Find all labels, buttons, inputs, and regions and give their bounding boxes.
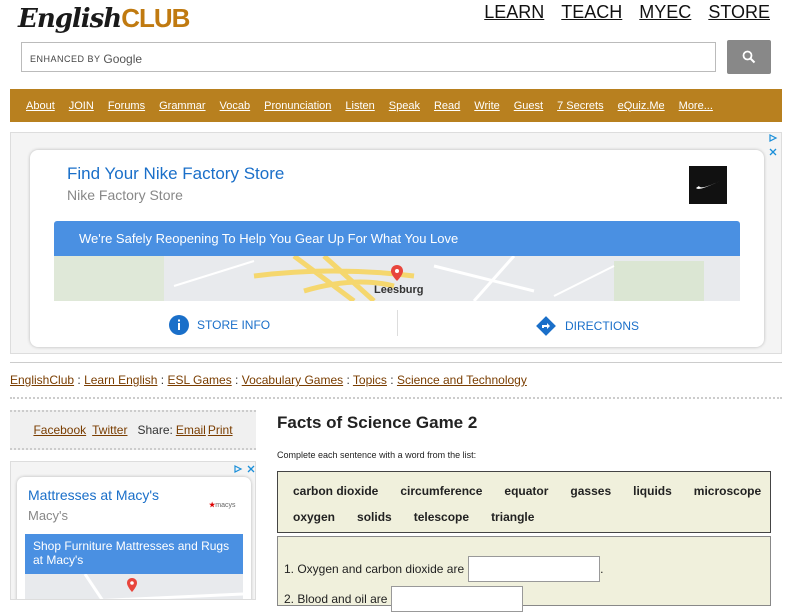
answer-input-2[interactable] xyxy=(391,586,524,612)
ad-subtitle: Nike Factory Store xyxy=(67,187,183,203)
word-item: triangle xyxy=(491,510,535,524)
breadcrumb-science-technology[interactable]: Science and Technology xyxy=(397,373,527,387)
word-item: carbon dioxide xyxy=(293,484,379,498)
answer-input-1[interactable] xyxy=(468,556,601,582)
breadcrumb-topics[interactable]: Topics xyxy=(353,373,387,387)
instruction-text: Complete each sentence with a word from … xyxy=(277,450,477,460)
word-item: gasses xyxy=(570,484,612,498)
nav-more[interactable]: More... xyxy=(679,100,713,112)
adchoices-icon[interactable] xyxy=(233,464,243,474)
share-label: Share: xyxy=(137,423,173,437)
share-facebook[interactable]: Facebook xyxy=(33,423,86,437)
search-button[interactable] xyxy=(727,40,771,74)
nav-read[interactable]: Read xyxy=(434,100,460,112)
breadcrumb-learn-english[interactable]: Learn English xyxy=(84,373,157,387)
nav-equiz[interactable]: eQuiz.Me xyxy=(618,100,665,112)
dotted-divider xyxy=(10,397,782,399)
enhanced-by-label: ENHANCED BY xyxy=(30,54,101,64)
ad-banner[interactable]: We're Safely Reopening To Help You Gear … xyxy=(54,221,740,256)
word-item: telescope xyxy=(413,510,470,524)
share-email[interactable]: Email xyxy=(176,423,206,437)
ad-card[interactable]: Find Your Nike Factory Store Nike Factor… xyxy=(30,150,764,347)
ad-macys[interactable]: Mattresses at Macy's Macy's ★macys Shop … xyxy=(10,461,256,600)
site-header: EnglishCLUB LEARN TEACH MYEC STORE xyxy=(0,0,792,40)
questions-box: 1. Oxygen and carbon dioxide are . 2. Bl… xyxy=(277,536,771,612)
share-bar: Facebook Twitter Share: Email Print xyxy=(10,410,256,450)
word-list: carbon dioxide circumference equator gas… xyxy=(277,471,771,533)
nav-write[interactable]: Write xyxy=(474,100,499,112)
main-nav: About JOIN Forums Grammar Vocab Pronunci… xyxy=(10,89,782,122)
map-pin-icon xyxy=(391,265,403,281)
word-item: solids xyxy=(357,510,392,524)
ad-title[interactable]: Find Your Nike Factory Store xyxy=(67,164,284,184)
nav-7-secrets[interactable]: 7 Secrets xyxy=(557,100,603,112)
info-icon xyxy=(169,315,189,335)
nike-logo xyxy=(689,166,727,204)
topnav-store[interactable]: STORE xyxy=(708,2,770,23)
question-suffix: . xyxy=(600,562,604,576)
word-item: equator xyxy=(504,484,549,498)
top-nav: LEARN TEACH MYEC STORE xyxy=(484,2,770,23)
store-info-button[interactable]: STORE INFO xyxy=(169,315,270,335)
word-item: microscope xyxy=(693,484,762,498)
nav-about[interactable]: About xyxy=(26,100,55,112)
adchoices-icon[interactable] xyxy=(768,133,778,143)
question-1: 1. Oxygen and carbon dioxide are . xyxy=(284,556,603,582)
word-item: oxygen xyxy=(293,510,336,524)
breadcrumb-esl-games[interactable]: ESL Games xyxy=(167,373,231,387)
map-graphic xyxy=(25,573,244,599)
logo-text-club: CLUB xyxy=(121,3,190,33)
page-title: Facts of Science Game 2 xyxy=(277,413,478,432)
nav-join[interactable]: JOIN xyxy=(69,100,94,112)
ad-title[interactable]: Mattresses at Macy's xyxy=(28,487,159,503)
nav-grammar[interactable]: Grammar xyxy=(159,100,205,112)
swoosh-icon xyxy=(696,181,720,189)
share-print[interactable]: Print xyxy=(208,423,233,437)
topnav-teach[interactable]: TEACH xyxy=(561,2,622,23)
ad-nike[interactable]: Find Your Nike Factory Store Nike Factor… xyxy=(10,132,782,354)
search-icon xyxy=(742,50,756,64)
site-logo[interactable]: EnglishCLUB xyxy=(18,2,190,34)
search-input[interactable]: ENHANCED BY Google xyxy=(21,42,716,72)
nav-vocab[interactable]: Vocab xyxy=(220,100,251,112)
ad-close-icon[interactable] xyxy=(768,147,778,157)
directions-icon xyxy=(536,316,556,336)
directions-label: DIRECTIONS xyxy=(565,319,640,333)
directions-button[interactable]: DIRECTIONS xyxy=(535,315,639,337)
ad-map[interactable] xyxy=(25,573,244,599)
nav-guest[interactable]: Guest xyxy=(514,100,543,112)
macys-logo: ★macys xyxy=(209,502,236,509)
breadcrumb-englishclub[interactable]: EnglishClub xyxy=(10,373,74,387)
map-place-label: Leesburg xyxy=(374,284,424,296)
ad-actions: STORE INFO DIRECTIONS xyxy=(30,310,764,340)
share-twitter[interactable]: Twitter xyxy=(92,423,127,437)
breadcrumb: EnglishClub : Learn English : ESL Games … xyxy=(10,373,527,387)
word-item: liquids xyxy=(633,484,672,498)
topnav-myec[interactable]: MYEC xyxy=(639,2,691,23)
topnav-learn[interactable]: LEARN xyxy=(484,2,544,23)
ad-card[interactable]: Mattresses at Macy's Macy's ★macys Shop … xyxy=(17,477,251,599)
question-text: 1. Oxygen and carbon dioxide are xyxy=(284,562,465,576)
google-label: Google xyxy=(103,52,143,66)
nav-pronunciation[interactable]: Pronunciation xyxy=(264,100,331,112)
ad-close-icon[interactable] xyxy=(246,464,256,474)
nav-speak[interactable]: Speak xyxy=(389,100,420,112)
divider xyxy=(10,362,782,363)
question-2: 2. Blood and oil are xyxy=(284,586,524,612)
breadcrumb-vocabulary-games[interactable]: Vocabulary Games xyxy=(242,373,343,387)
ad-subtitle: Macy's xyxy=(28,508,69,523)
search-branding: ENHANCED BY Google xyxy=(30,51,143,66)
action-divider xyxy=(397,310,398,336)
ad-banner[interactable]: Shop Furniture Mattresses and Rugs at Ma… xyxy=(25,534,243,574)
logo-text-english: English xyxy=(18,4,122,34)
store-info-label: STORE INFO xyxy=(197,318,271,332)
word-item: circumference xyxy=(400,484,483,498)
macys-logo-text: macys xyxy=(215,502,236,509)
ad-map[interactable]: Leesburg xyxy=(54,256,740,301)
question-text: 2. Blood and oil are xyxy=(284,592,388,606)
nav-listen[interactable]: Listen xyxy=(345,100,374,112)
nav-forums[interactable]: Forums xyxy=(108,100,145,112)
